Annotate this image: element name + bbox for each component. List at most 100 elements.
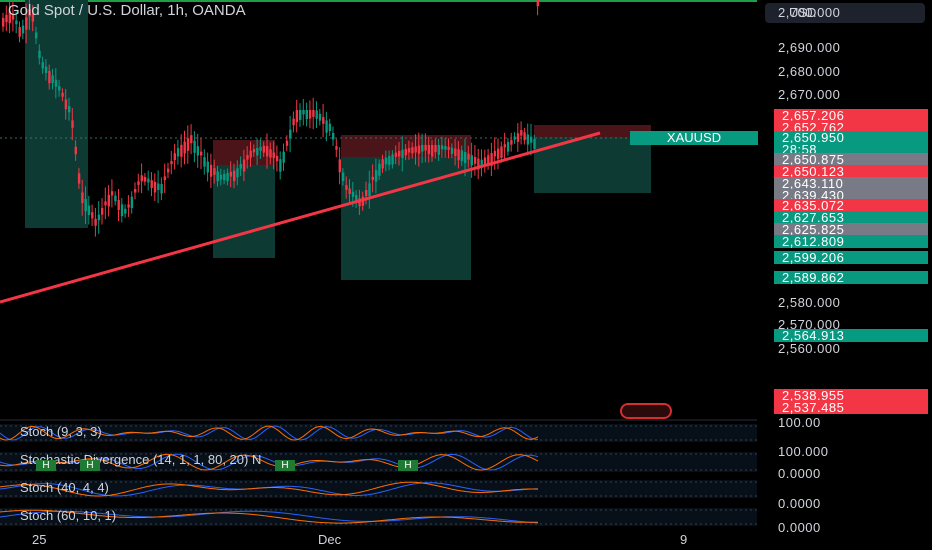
divergence-badge: H — [80, 460, 100, 471]
price-axis[interactable]: 2,700.000 2,690.000 2,680.000 2,670.000 … — [758, 0, 932, 550]
candle — [2, 18, 5, 27]
candle — [167, 168, 170, 173]
candle — [77, 173, 81, 184]
candle — [153, 181, 157, 193]
candle — [120, 204, 124, 217]
candle — [411, 147, 414, 154]
candle — [114, 195, 117, 202]
candle — [134, 189, 137, 193]
candle — [18, 27, 21, 37]
osc-axis-label: 0.0000 — [778, 466, 821, 481]
osc-axis-label: 100.00 — [778, 415, 821, 430]
candle — [388, 155, 391, 165]
divergence-badge: H — [275, 460, 295, 471]
candle — [242, 159, 246, 172]
candle — [516, 133, 520, 142]
candle — [38, 50, 41, 59]
candle — [58, 86, 61, 91]
candle — [104, 201, 107, 206]
candle — [262, 145, 266, 153]
candle — [315, 110, 318, 119]
candle — [266, 146, 269, 157]
osc-axis-label: 0.0000 — [778, 496, 821, 511]
candle — [500, 146, 503, 158]
candle — [160, 184, 163, 194]
candle — [454, 148, 457, 156]
candle — [246, 155, 249, 160]
candle — [157, 183, 160, 190]
candle — [325, 120, 328, 133]
candle — [394, 152, 398, 157]
candle — [21, 25, 25, 34]
price-tag: 2,589.862 — [774, 271, 928, 284]
candle — [252, 149, 256, 153]
candle — [193, 140, 196, 153]
candle — [295, 110, 299, 123]
candle — [440, 145, 444, 150]
candle — [351, 191, 355, 197]
chart-title: Gold Spot / U.S. Dollar, 1h, OANDA — [8, 2, 246, 19]
price-tick: 2,700.000 — [778, 5, 841, 20]
price-tick: 2,560.000 — [778, 341, 841, 356]
chart-stage[interactable]: Gold Spot / U.S. Dollar, 1h, OANDA USD X… — [0, 0, 932, 550]
candle — [87, 205, 91, 216]
trendline[interactable] — [0, 131, 601, 304]
candle — [378, 163, 381, 176]
candle — [101, 208, 104, 215]
candle — [196, 146, 200, 156]
candle — [97, 214, 101, 221]
candle — [84, 199, 87, 212]
candle — [41, 62, 44, 69]
candle — [510, 139, 513, 145]
candle — [272, 152, 275, 158]
candle — [71, 120, 74, 128]
candle — [460, 150, 464, 162]
ticker-label: XAUUSD — [630, 131, 758, 145]
candle — [285, 140, 289, 146]
candle — [209, 164, 213, 177]
candle — [183, 141, 186, 154]
candle — [473, 156, 477, 164]
candle — [536, 0, 539, 7]
candle — [143, 176, 147, 182]
candle — [487, 155, 490, 164]
candle — [368, 183, 371, 197]
osc-pane-bg — [0, 424, 757, 442]
candle — [520, 130, 523, 136]
candle — [48, 70, 51, 84]
candle — [533, 138, 536, 149]
candle — [447, 146, 450, 150]
candle — [275, 155, 279, 162]
candle — [371, 176, 374, 180]
indicator-label-stoch-9[interactable]: Stoch (9, 3, 3) — [20, 424, 102, 439]
indicator-label-stoch-divergence[interactable]: Stochastic Divergence (14, 1, 1, 80, 20)… — [20, 452, 261, 467]
candle — [124, 208, 127, 214]
candle — [523, 132, 526, 141]
candle — [503, 144, 506, 148]
candle — [51, 75, 54, 84]
indicator-label-stoch-40[interactable]: Stoch (40, 4, 4) — [20, 480, 109, 495]
candle — [127, 204, 130, 208]
candle — [335, 146, 338, 150]
candle — [256, 147, 259, 156]
candle — [150, 180, 153, 189]
candle — [450, 147, 454, 154]
candle — [381, 159, 384, 169]
price-tag: 2,537.485 — [774, 401, 928, 414]
candle — [424, 145, 427, 151]
candle — [223, 173, 226, 181]
price-tick: 2,580.000 — [778, 295, 841, 310]
candle — [417, 145, 421, 154]
candle — [137, 181, 140, 185]
candle — [437, 145, 440, 155]
flag-icon[interactable] — [620, 403, 672, 419]
price-tick: 2,670.000 — [778, 87, 841, 102]
candle — [391, 154, 394, 165]
indicator-label-stoch-60[interactable]: Stoch (60, 10, 1) — [20, 508, 116, 523]
osc-axis-label: 100.000 — [778, 444, 829, 459]
candle — [130, 196, 134, 209]
candle — [91, 212, 94, 219]
candle — [338, 159, 341, 173]
candle — [444, 146, 447, 150]
candle — [289, 129, 292, 139]
